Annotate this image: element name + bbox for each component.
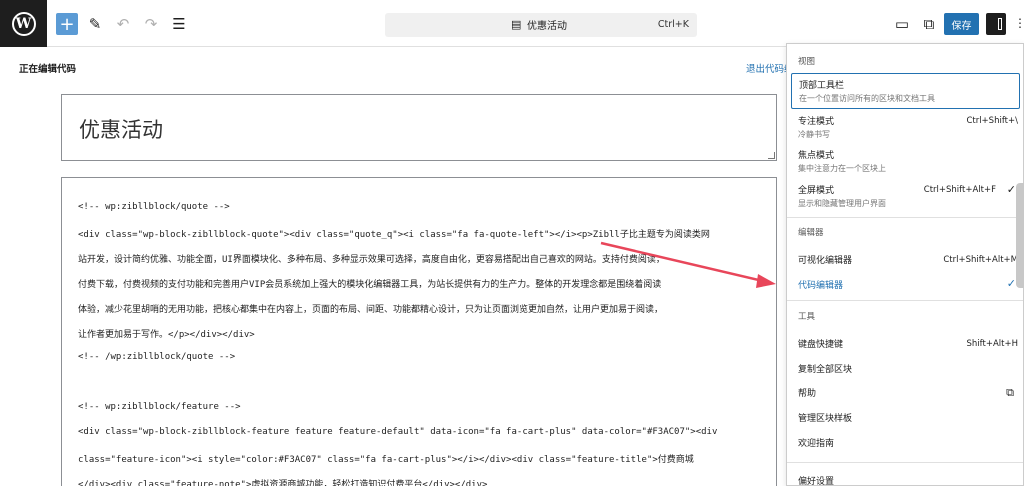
menu-item-help[interactable]: 帮助 ⧉ [798,386,1018,399]
tools-button[interactable]: ✎ [84,13,106,35]
menu-item-label: 复制全部区块 [798,365,853,375]
check-icon: ✓ [1006,183,1016,196]
view-section-label: 视图 [798,57,816,67]
resize-handle-icon[interactable] [768,152,775,159]
options-dropdown-menu: 视图 顶部工具栏 在一个位置访问所有的区块和文档工具 专注模式 冷静书写 Ctr… [786,43,1024,486]
menu-item-keyboard-shortcuts[interactable]: 键盘快捷键 Shift+Alt+H [798,337,1018,350]
external-link-icon: ⧉ [923,15,935,33]
menu-divider [787,217,1023,218]
plus-icon: + [59,13,75,35]
menu-item-label: 帮助 [798,389,817,399]
menu-item-label: 代码编辑器 [798,281,844,291]
code-line: 让作者更加易于写作。</p></div></div> [78,330,255,340]
undo-button[interactable]: ↶ [112,13,134,35]
menu-item-focus-mode[interactable]: 焦点模式 集中注意力在一个区块上 [798,148,1018,174]
menu-item-desc: 显示和隐藏管理用户界面 [798,199,886,208]
menu-item-spotlight-mode[interactable]: 专注模式 冷静书写 Ctrl+Shift+\ [798,114,1018,140]
menu-item-shortcut: Ctrl+Shift+\ [966,116,1018,126]
more-vertical-icon: ⋮ [1014,16,1024,30]
document-icon: ▤ [511,18,522,31]
sidebar-icon [998,18,1002,30]
menu-item-label: 顶部工具栏 [799,81,845,91]
menu-item-shortcut: Shift+Alt+H [966,339,1018,349]
wordpress-logo[interactable]: W [0,0,47,47]
save-button[interactable]: 保存 [944,13,979,35]
menu-item-label: 焦点模式 [798,151,835,161]
view-post-button[interactable]: ⧉ [918,13,940,35]
preview-button[interactable]: ▭ [891,13,913,35]
document-overview-button[interactable]: ☰ [168,13,190,35]
menu-item-visual-editor[interactable]: 可视化编辑器 Ctrl+Shift+Alt+M [798,253,1018,266]
editor-section-label: 编辑器 [798,228,824,238]
editor-top-toolbar: W + ✎ ↶ ↷ ☰ ▤ 优惠活动 Ctrl+K ▭ ⧉ 保存 ⋮ [0,0,1024,47]
code-line: 站开发，设计简约优雅、功能全面，UI界面模块化、多种布局、多种显示效果可选择，高… [78,255,665,265]
menu-item-top-toolbar[interactable]: 顶部工具栏 在一个位置访问所有的区块和文档工具 [791,73,1020,109]
tools-section-label: 工具 [798,312,816,322]
code-line: 付费下载，付费视频的支付功能和完善用户VIP会员系统加上强大的模块化编辑器工具，… [78,280,662,290]
menu-divider [787,300,1023,301]
add-block-button[interactable]: + [56,13,78,35]
menu-item-shortcut: Ctrl+Shift+Alt+F [923,185,996,195]
post-title-input[interactable]: 优惠活动 [61,94,777,161]
list-view-icon: ☰ [172,15,186,33]
wordpress-icon: W [11,11,36,36]
menu-item-label: 欢迎指南 [798,439,835,449]
menu-divider [787,462,1023,463]
menu-item-shortcut: Ctrl+Shift+Alt+M [943,255,1018,265]
post-title-text: 优惠活动 [79,118,163,142]
options-menu-button[interactable]: ⋮ [1014,16,1024,30]
desktop-icon: ▭ [894,15,910,33]
scrollbar[interactable] [1016,183,1024,288]
code-line: 体验，减少花里胡哨的无用功能，把核心都集中在内容上，页面的布局、间距、功能都精心… [78,305,664,315]
menu-item-desc: 集中注意力在一个区块上 [798,164,886,173]
redo-icon: ↷ [144,15,158,33]
code-line: <div class="wp-block-zibllblock-quote"><… [78,230,710,240]
menu-item-desc: 冷静书写 [798,130,830,139]
menu-item-welcome-guide[interactable]: 欢迎指南 [798,436,1018,449]
menu-item-fullscreen-mode[interactable]: 全屏模式 显示和隐藏管理用户界面 Ctrl+Shift+Alt+F ✓ [798,183,1018,209]
menu-item-preferences[interactable]: 偏好设置 [798,474,1018,486]
exit-code-editor-link[interactable]: 退出代码编辑器 [746,61,786,75]
external-link-icon: ⧉ [1006,386,1014,399]
document-command-bar[interactable]: ▤ 优惠活动 Ctrl+K [385,13,697,37]
code-line: <div class="wp-block-zibllblock-feature … [78,427,718,437]
code-line: <!-- wp:zibllblock/quote --> [78,202,230,212]
menu-item-label: 偏好设置 [798,477,835,486]
code-line: </div><div class="feature-note">虚拟资源商城功能… [78,480,488,486]
code-line: class="feature-icon"><i style="color:#F3… [78,455,694,465]
editing-code-label: 正在编辑代码 [19,64,77,75]
command-shortcut: Ctrl+K [657,19,689,30]
check-icon: ✓ [1006,277,1016,290]
undo-icon: ↶ [116,15,130,33]
code-line: <!-- wp:zibllblock/feature --> [78,402,241,412]
post-content-code-textarea[interactable]: <!-- wp:zibllblock/quote --> <div class=… [61,177,777,486]
menu-item-manage-patterns[interactable]: 管理区块样板 [798,411,1018,424]
menu-item-desc: 在一个位置访问所有的区块和文档工具 [799,94,935,103]
menu-item-code-editor[interactable]: 代码编辑器 ✓ [798,277,1018,291]
menu-item-label: 管理区块样板 [798,414,853,424]
pencil-icon: ✎ [88,15,102,33]
redo-button[interactable]: ↷ [140,13,162,35]
code-line: <!-- /wp:zibllblock/quote --> [78,352,236,362]
document-title: 优惠活动 [527,21,567,32]
menu-item-copy-all-blocks[interactable]: 复制全部区块 [798,362,1018,375]
settings-sidebar-button[interactable] [986,13,1006,35]
